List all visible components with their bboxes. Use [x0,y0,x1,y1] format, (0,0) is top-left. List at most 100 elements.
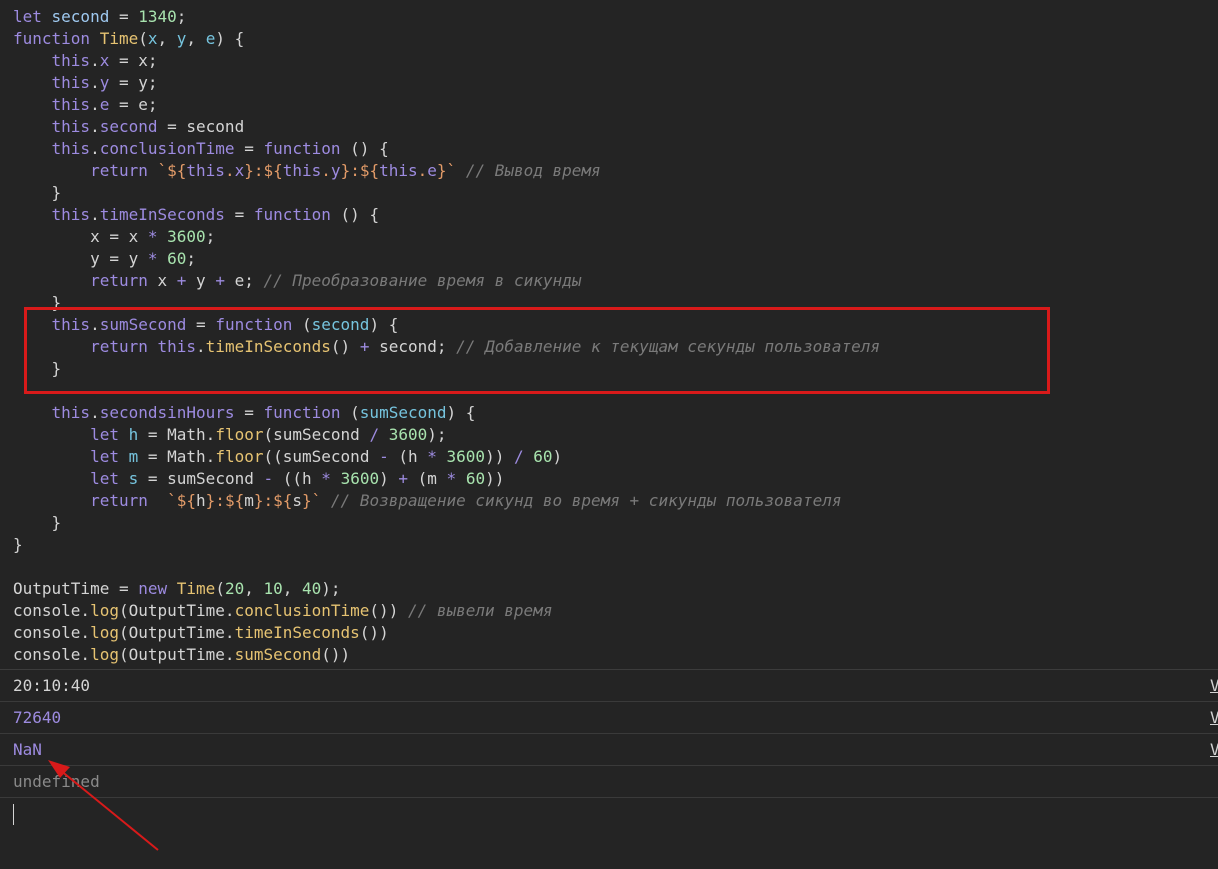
code-token: . [90,403,100,422]
code-token: m [128,447,139,466]
code-line: return x + y + e; // Преобразование врем… [13,270,1203,292]
code-token: let [90,447,119,466]
code-token: ; [176,7,187,26]
code-line: return this.timeInSeconds() + second; //… [13,336,1203,358]
code-token: this [51,315,91,334]
console-output-row: 20:10:40 V [0,670,1218,702]
code-token: . [417,161,428,180]
code-token: + [215,271,225,290]
code-token: let [13,7,52,26]
code-token: e; [224,271,264,290]
code-token: y [186,271,216,290]
code-token: second [99,117,158,136]
code-token: ()) [321,645,351,664]
code-token: function [263,139,341,158]
console-output-list: 20:10:40 V 72640 V NaN V [0,670,1218,766]
code-token: ( [138,29,148,48]
code-token: second [311,315,370,334]
code-token: second; [369,337,457,356]
code-token: ( [340,403,360,422]
code-token: y = y [13,249,148,268]
code-token: () { [330,205,380,224]
code-token: . [90,315,100,334]
code-token: 20 [224,579,245,598]
code-token: * [147,249,158,268]
code-token: . [90,205,100,224]
code-token: , [186,29,206,48]
code-token: * [147,227,158,246]
code-token: }:${ [244,161,283,180]
code-token: this [51,51,91,70]
code-line: return `${h}:${m}:${s}` // Возвращение с… [13,490,1203,512]
code-token: x [234,161,245,180]
code-token: (h [388,447,428,466]
source-link[interactable]: V [1210,734,1218,765]
code-token: = y; [109,73,158,92]
code-token: . [90,95,100,114]
console-panel: 20:10:40 V 72640 V NaN V undefined [0,669,1218,838]
code-line: let s = sumSecond - ((h * 3600) + (m * 6… [13,468,1203,490]
code-token: } [13,513,62,532]
code-token: OutputTime = [13,579,139,598]
code-token: this [51,205,91,224]
code-line: this.sumSecond = function (second) { [13,314,1203,336]
code-line: console.log(OutputTime.timeInSeconds()) [13,622,1203,644]
code-token: / [513,447,524,466]
source-link[interactable]: V [1210,670,1218,701]
code-line: } [13,182,1203,204]
code-token: ); [427,425,447,444]
code-token: }` [436,161,457,180]
code-token: = Math. [138,425,216,444]
code-token: ; [205,227,216,246]
code-token: * [446,469,457,488]
code-token: 60 [167,249,187,268]
code-token: . [196,337,206,356]
code-token: floor [215,447,264,466]
code-line: function Time(x, y, e) { [13,28,1203,50]
code-token: , [157,29,177,48]
code-token: // Преобразование время в сикунды [263,271,582,290]
source-link[interactable]: V [1210,702,1218,733]
code-token: 60 [533,447,553,466]
code-token: sumSecond [359,403,447,422]
code-token: = second [157,117,245,136]
code-token: new [138,579,168,598]
code-token: h [196,491,206,510]
code-token: ) [379,469,399,488]
code-token: let [90,425,119,444]
code-token: `${ [167,491,197,510]
code-token: // Добавление к текущам секунды пользова… [456,337,880,356]
code-token: 3600 [446,447,486,466]
code-token: ) { [446,403,476,422]
code-token: + [398,469,409,488]
code-token: , [282,579,303,598]
code-line: console.log(OutputTime.conclusionTime())… [13,600,1203,622]
code-token: floor [215,425,264,444]
code-token: 40 [302,579,322,598]
code-token: } [13,183,62,202]
code-line: return `${this.x}:${this.y}:${this.e}` /… [13,160,1203,182]
console-prompt-input[interactable] [0,798,1218,838]
console-output-row: 72640 V [0,702,1218,734]
code-token: 1340 [138,7,177,26]
code-token: m [244,491,254,510]
code-token: (OutputTime. [118,601,235,620]
code-token: x [147,271,177,290]
code-editor[interactable]: let second = 1340; function Time(x, y, e)… [13,6,1203,666]
code-token: )) [485,469,505,488]
code-token: (sumSecond [263,425,370,444]
